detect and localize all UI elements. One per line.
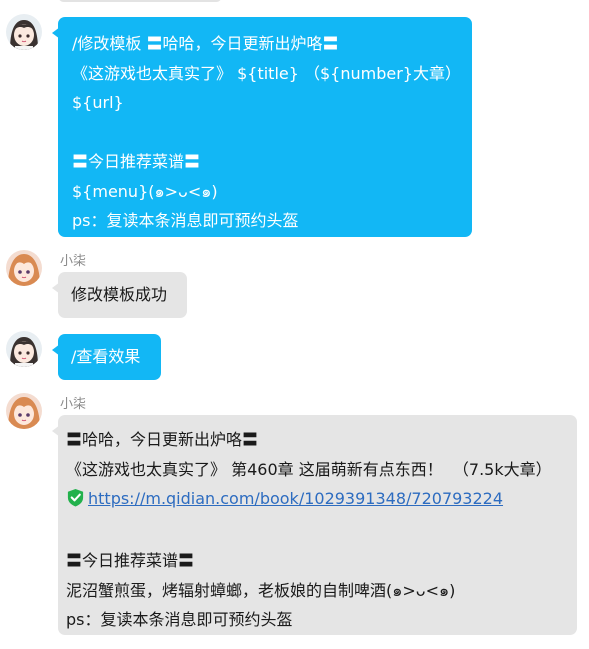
message-line: 《这游戏也太真实了》 第460章 这届萌新有点东西！ （7.5k大章） bbox=[66, 459, 552, 479]
avatar-girl-dark-hair-icon bbox=[6, 14, 42, 50]
link-line: https://m.qidian.com/book/1029391348/720… bbox=[66, 484, 569, 517]
user-avatar[interactable] bbox=[6, 14, 42, 50]
previous-message-bubble bbox=[58, 0, 222, 2]
message-line-blank bbox=[66, 517, 569, 547]
message-text: /查看效果 bbox=[71, 347, 141, 366]
message-bubble-result[interactable]: 〓哈哈，今日更新出炉咯〓 《这游戏也太真实了》 第460章 这届萌新有点东西！ … bbox=[52, 415, 577, 635]
message-line: 〓今日推荐菜谱〓 bbox=[72, 152, 201, 171]
message-line: ${menu}(๑>ᴗ<๑) bbox=[72, 181, 218, 201]
bubble-tail bbox=[52, 425, 60, 437]
sender-name: 小柒 bbox=[60, 254, 87, 269]
message-line: ${url} bbox=[72, 93, 124, 112]
avatar-girl-orange-hair-icon bbox=[6, 393, 42, 429]
message-line: /修改模板 〓哈哈，今日更新出炉咯〓 bbox=[72, 34, 339, 53]
bubble-tail bbox=[52, 27, 60, 39]
message-line-blank bbox=[72, 118, 458, 148]
message-bubble[interactable]: /查看效果 bbox=[52, 334, 161, 380]
bubble-tail bbox=[52, 344, 60, 356]
message-bubble[interactable]: 修改模板成功 bbox=[52, 272, 187, 318]
message-line: 《这游戏也太真实了》 ${title} （${number}大章） bbox=[72, 63, 461, 83]
message-line: 〓今日推荐菜谱〓 bbox=[66, 551, 195, 570]
message-line: ps：复读本条消息即可预约头盔 bbox=[66, 610, 293, 629]
message-bubble-template[interactable]: /修改模板 〓哈哈，今日更新出炉咯〓 《这游戏也太真实了》 ${title} （… bbox=[52, 17, 472, 237]
message-text: 修改模板成功 bbox=[71, 285, 168, 304]
url-link[interactable]: https://m.qidian.com/book/1029391348/720… bbox=[88, 489, 503, 508]
sender-name: 小柒 bbox=[60, 397, 87, 412]
message-line: 泥沼蟹煎蛋，烤辐射蟑螂，老板娘的自制啤酒(๑>ᴗ<๑) bbox=[66, 580, 456, 600]
avatar-girl-orange-hair-icon bbox=[6, 250, 42, 286]
bot-avatar[interactable] bbox=[6, 393, 42, 429]
bot-avatar[interactable] bbox=[6, 250, 42, 286]
message-line: ps：复读本条消息即可预约头盔 bbox=[72, 211, 299, 230]
user-avatar[interactable] bbox=[6, 331, 42, 367]
bubble-tail bbox=[52, 282, 60, 294]
shield-check-icon bbox=[66, 487, 85, 517]
message-line: 〓哈哈，今日更新出炉咯〓 bbox=[66, 430, 259, 449]
avatar-girl-dark-hair-icon bbox=[6, 331, 42, 367]
